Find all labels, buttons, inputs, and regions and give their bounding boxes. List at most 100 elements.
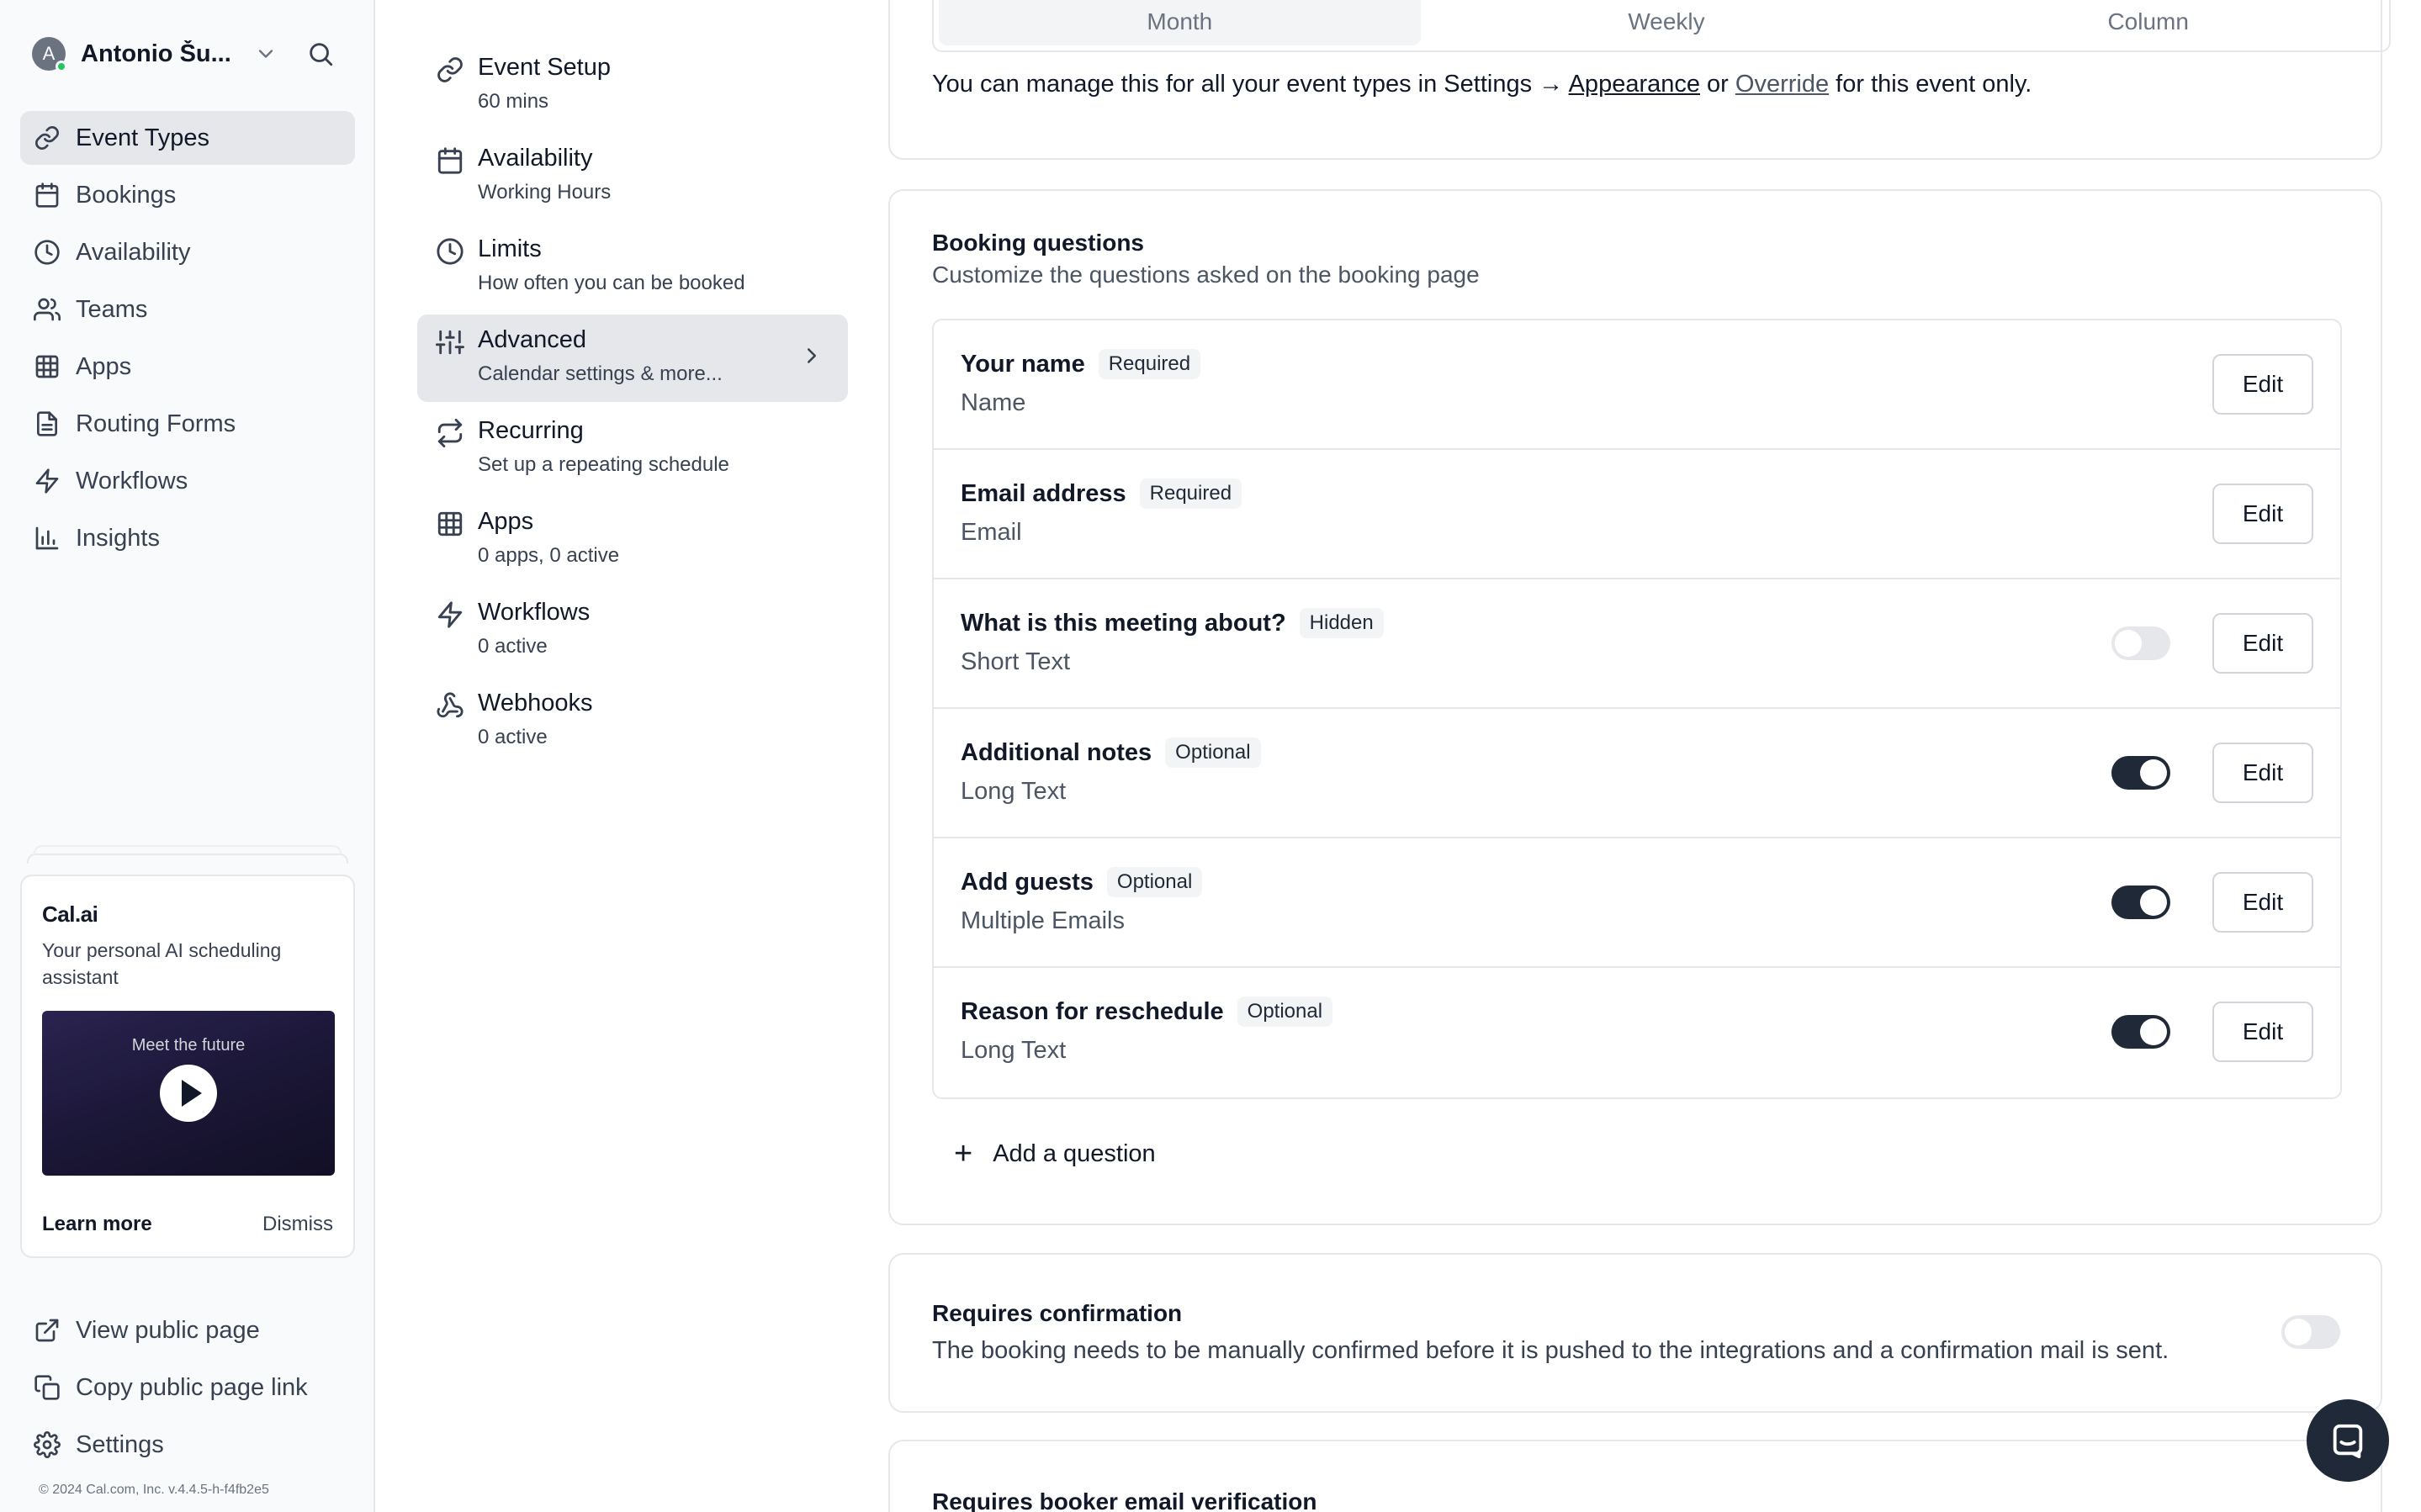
- nav-item-routing-forms[interactable]: Routing Forms: [20, 397, 355, 451]
- manage-layout-text: You can manage this for all your event t…: [932, 71, 2032, 98]
- nav-item-apps[interactable]: Apps: [20, 340, 355, 394]
- calendar-icon: [35, 182, 59, 208]
- required-badge: Required: [1139, 478, 1242, 509]
- layout-option-month[interactable]: Month: [939, 0, 1421, 45]
- subnav-availability[interactable]: Availability Working Hours: [417, 133, 848, 220]
- edit-button[interactable]: Edit: [2212, 484, 2313, 544]
- settings-link[interactable]: Settings: [20, 1418, 355, 1472]
- question-row: Add guests Optional Multiple Emails Edit: [934, 838, 2340, 968]
- appearance-link[interactable]: Appearance: [1569, 71, 1700, 98]
- nav-label: Apps: [76, 352, 132, 380]
- question-name: Your name: [961, 351, 1085, 378]
- copy-public-page-link-button[interactable]: Copy public page link: [20, 1361, 355, 1414]
- learn-more-link[interactable]: Learn more: [42, 1213, 152, 1236]
- required-badge: Required: [1098, 349, 1201, 379]
- subnav-title: Event Setup: [478, 54, 611, 81]
- nav-item-workflows[interactable]: Workflows: [20, 454, 355, 508]
- email-verification-card: Requires booker email verification: [888, 1440, 2382, 1512]
- clock-icon: [437, 238, 464, 265]
- nav-item-availability[interactable]: Availability: [20, 225, 355, 279]
- edit-button[interactable]: Edit: [2212, 1002, 2313, 1062]
- promo-video[interactable]: Meet the future: [42, 1011, 335, 1176]
- dismiss-button[interactable]: Dismiss: [262, 1213, 333, 1236]
- nav-item-insights[interactable]: Insights: [20, 511, 355, 565]
- subnav-apps[interactable]: Apps 0 apps, 0 active: [417, 496, 848, 584]
- chevron-down-icon[interactable]: [254, 42, 278, 66]
- link-icon: [437, 57, 463, 82]
- file-text-icon: [37, 411, 57, 436]
- edit-button[interactable]: Edit: [2212, 354, 2313, 415]
- nav-label: Insights: [76, 524, 160, 552]
- question-name: Email address: [961, 480, 1126, 507]
- question-row: Your name Required Name Edit: [934, 320, 2340, 450]
- question-name: Reason for reschedule: [961, 998, 1224, 1025]
- grid-icon: [35, 355, 59, 378]
- subnav-event-setup[interactable]: Event Setup 60 mins: [417, 42, 848, 130]
- layout-option-weekly[interactable]: Weekly: [1426, 0, 1908, 50]
- section-title: Booking questions: [932, 230, 1144, 256]
- nav-label: Bookings: [76, 181, 177, 209]
- nav-label: Workflows: [76, 467, 188, 494]
- nav-label: View public page: [76, 1316, 260, 1344]
- subnav-limits[interactable]: Limits How often you can be booked: [417, 224, 848, 311]
- subnav-workflows[interactable]: Workflows 0 active: [417, 587, 848, 674]
- subnav-webhooks[interactable]: Webhooks 0 active: [417, 678, 848, 765]
- play-icon[interactable]: [160, 1065, 217, 1122]
- nav-label: Routing Forms: [76, 410, 236, 437]
- subnav-title: Availability: [478, 145, 593, 172]
- sliders-icon: [436, 330, 464, 355]
- footer-version: © 2024 Cal.com, Inc. v.4.4.5-h-f4fb2e5: [39, 1483, 269, 1497]
- nav-label: Availability: [76, 238, 191, 266]
- external-link-icon: [35, 1319, 59, 1342]
- subnav-advanced[interactable]: Advanced Calendar settings & more...: [417, 315, 848, 402]
- edit-button[interactable]: Edit: [2212, 743, 2313, 803]
- users-icon: [34, 298, 61, 321]
- bottom-nav: View public page Copy public page link S…: [20, 1303, 355, 1475]
- question-row: Email address Required Email Edit: [934, 450, 2340, 579]
- visibility-toggle[interactable]: [2111, 886, 2170, 919]
- view-public-page-link[interactable]: View public page: [20, 1303, 355, 1357]
- requires-confirmation-toggle[interactable]: [2281, 1315, 2340, 1349]
- question-list: Your name Required Name Edit Email addres…: [932, 319, 2342, 1099]
- edit-button[interactable]: Edit: [2212, 613, 2313, 674]
- question-type: Email: [961, 519, 1022, 546]
- user-menu[interactable]: A Antonio Šu...: [32, 37, 343, 72]
- zap-icon: [437, 601, 463, 628]
- nav-item-bookings[interactable]: Bookings: [20, 168, 355, 222]
- layout-option-column[interactable]: Column: [1907, 0, 2389, 50]
- plus-icon: +: [954, 1136, 973, 1171]
- confirmation-title: Requires confirmation: [932, 1300, 1183, 1326]
- grid-icon: [437, 511, 463, 537]
- subnav-desc: 0 apps, 0 active: [478, 544, 620, 567]
- question-name: Add guests: [961, 869, 1094, 896]
- nav-item-event-types[interactable]: Event Types: [20, 111, 355, 165]
- subnav-recurring[interactable]: Recurring Set up a repeating schedule: [417, 405, 848, 493]
- question-type: Long Text: [961, 778, 1067, 805]
- nav-label: Copy public page link: [76, 1373, 308, 1401]
- question-type: Long Text: [961, 1037, 1067, 1064]
- visibility-toggle[interactable]: [2111, 756, 2170, 790]
- subnav-title: Apps: [478, 508, 534, 535]
- question-label: Reason for reschedule Optional: [961, 997, 1333, 1027]
- nav-label: Teams: [76, 295, 148, 323]
- override-link[interactable]: Override: [1735, 71, 1829, 98]
- visibility-toggle[interactable]: [2111, 1015, 2170, 1049]
- event-settings-nav: Event Setup 60 mins Availability Working…: [417, 42, 848, 769]
- nav-item-teams[interactable]: Teams: [20, 283, 355, 336]
- add-question-button[interactable]: + Add a question: [954, 1136, 1156, 1172]
- cal-ai-promo-card: Cal.ai Your personal AI scheduling assis…: [20, 875, 355, 1258]
- video-caption: Meet the future: [131, 1036, 246, 1055]
- layout-toggle-group: Month Weekly Column: [932, 0, 2391, 52]
- avatar[interactable]: A: [32, 37, 67, 72]
- question-type: Name: [961, 389, 1026, 416]
- question-label: Your name Required: [961, 349, 1201, 379]
- search-icon[interactable]: [306, 40, 335, 68]
- visibility-toggle[interactable]: [2111, 626, 2170, 660]
- subnav-desc: 60 mins: [478, 90, 549, 113]
- copy-icon: [34, 1375, 60, 1400]
- nav-label: Settings: [76, 1430, 164, 1458]
- edit-button[interactable]: Edit: [2212, 872, 2313, 933]
- question-type: Short Text: [961, 648, 1071, 675]
- support-chat-button[interactable]: [2307, 1399, 2389, 1482]
- clock-icon: [34, 240, 60, 265]
